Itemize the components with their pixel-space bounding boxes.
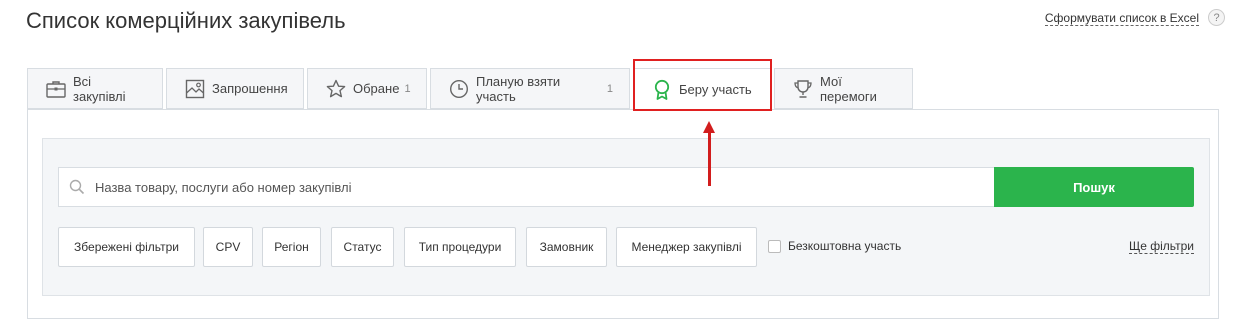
more-filters-link[interactable]: Ще фільтри <box>1129 239 1194 254</box>
trophy-icon <box>793 79 813 99</box>
saved-filters-button[interactable]: Збережені фільтри <box>58 227 195 267</box>
free-participation-label[interactable]: Безкоштовна участь <box>788 239 901 253</box>
search-field[interactable] <box>58 167 995 207</box>
free-participation-checkbox[interactable] <box>768 240 781 253</box>
manager-filter-button[interactable]: Менеджер закупівлі <box>616 227 757 267</box>
envelope-icon <box>185 79 205 99</box>
help-icon[interactable]: ? <box>1208 9 1225 26</box>
tab-count: 1 <box>404 82 411 95</box>
tab-my-wins[interactable]: Мої перемоги <box>774 68 913 109</box>
page-title: Список комерційних закупівель <box>26 8 346 33</box>
briefcase-icon <box>46 79 66 99</box>
tab-favorites[interactable]: Обране 1 <box>307 68 427 109</box>
annotation-arrow-head <box>703 121 715 133</box>
tab-label: Обране <box>353 81 400 96</box>
tab-label: Всі закупівлі <box>73 73 126 104</box>
tab-planning[interactable]: Планую взяти участь 1 <box>430 68 630 109</box>
tab-all-purchases[interactable]: Всі закупівлі <box>27 68 163 109</box>
tab-label: Запрошення <box>212 81 288 96</box>
tabs-bar: Всі закупівлі Запрошення Обране 1 Планую… <box>27 68 916 111</box>
status-filter-button[interactable]: Статус <box>331 227 394 267</box>
annotation-arrow <box>708 132 711 186</box>
clock-icon <box>449 79 469 99</box>
customer-filter-button[interactable]: Замовник <box>526 227 607 267</box>
star-icon <box>326 79 346 99</box>
filter-panel <box>42 138 1210 296</box>
procedure-type-filter-button[interactable]: Тип процедури <box>404 227 516 267</box>
search-input[interactable] <box>93 178 977 196</box>
tab-count: 1 <box>606 82 613 95</box>
tab-label: Мої перемоги <box>820 73 877 104</box>
export-excel-link[interactable]: Сформувати список в Excel <box>1044 11 1199 26</box>
search-button[interactable]: Пошук <box>994 167 1194 207</box>
region-filter-button[interactable]: Регіон <box>262 227 321 267</box>
highlight-frame <box>633 59 772 111</box>
tab-invitations[interactable]: Запрошення <box>166 68 304 109</box>
search-icon <box>69 179 85 195</box>
tab-label: Планую взяти участь <box>476 73 561 104</box>
cpv-filter-button[interactable]: CPV <box>203 227 253 267</box>
